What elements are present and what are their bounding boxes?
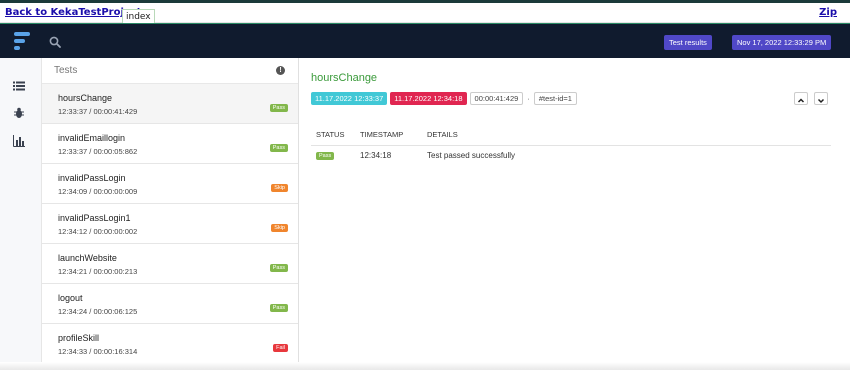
test-list-item[interactable]: logout 12:34:24 / 00:00:06:125 Pass bbox=[42, 284, 298, 324]
log-table-header: STATUS TIMESTAMP DETAILS bbox=[311, 130, 831, 146]
link-bar: Back to KekaTestProject index Zip bbox=[0, 3, 850, 25]
chevron-up-icon bbox=[797, 98, 805, 103]
chevron-down-icon bbox=[817, 98, 825, 104]
test-meta-chips: 11.17.2022 12:33:37 11.17.2022 12:34:18 … bbox=[311, 92, 580, 105]
test-list-item[interactable]: launchWebsite 12:34:21 / 00:00:00:213 Pass bbox=[42, 244, 298, 284]
test-list-title: Tests bbox=[54, 65, 78, 76]
test-time: 12:34:33 / 00:00:16:314 bbox=[58, 347, 138, 356]
test-list-item[interactable]: hoursChange 12:33:37 / 00:00:41:429 Pass bbox=[42, 84, 298, 124]
test-list-item[interactable]: profileSkill 12:34:33 / 00:00:16:314 Fail bbox=[42, 324, 298, 364]
previous-test-button[interactable] bbox=[794, 92, 808, 105]
test-list-item[interactable]: invalidPassLogin 12:34:09 / 00:00:00:009 S… bbox=[42, 164, 298, 204]
extent-logo-icon[interactable] bbox=[14, 32, 30, 52]
test-name: invalidPassLogin bbox=[58, 173, 126, 183]
status-badge: Pass bbox=[269, 104, 288, 112]
sidebar bbox=[0, 58, 42, 370]
test-time: 12:34:09 / 00:00:00:009 bbox=[58, 187, 138, 196]
test-results-badge: Test results bbox=[664, 35, 712, 50]
top-navbar: Test results Nov 17, 2022 12:33:29 PM bbox=[0, 23, 850, 58]
status-badge: Pass bbox=[269, 264, 288, 272]
test-time: 12:33:37 / 00:00:05:862 bbox=[58, 147, 138, 156]
test-time: 12:34:12 / 00:00:00:002 bbox=[58, 227, 138, 236]
test-list-panel: Tests ! hoursChange 12:33:37 / 00:00:41:4… bbox=[42, 58, 299, 370]
log-timestamp: 12:34:18 bbox=[360, 151, 392, 160]
status-badge: Skip bbox=[271, 184, 288, 192]
test-list-item[interactable]: invalidPassLogin1 12:34:12 / 00:00:00:002… bbox=[42, 204, 298, 244]
report-date-badge: Nov 17, 2022 12:33:29 PM bbox=[732, 35, 832, 50]
test-name: invalidEmaillogin bbox=[58, 133, 126, 143]
log-details: Test passed successfully bbox=[427, 151, 516, 160]
test-name: profileSkill bbox=[58, 333, 100, 343]
test-list-items: hoursChange 12:33:37 / 00:00:41:429 Pass in… bbox=[42, 84, 298, 364]
test-list-header: Tests ! bbox=[42, 58, 298, 84]
list-icon[interactable] bbox=[13, 79, 25, 91]
test-id-chip: #test-id=1 bbox=[533, 92, 577, 105]
test-time: 12:34:21 / 00:00:00:213 bbox=[58, 267, 138, 276]
bottom-shadow bbox=[0, 362, 850, 370]
log-table-row: Pass 12:34:18 Test passed successfully bbox=[311, 149, 831, 163]
test-time: 12:34:24 / 00:00:06:125 bbox=[58, 307, 138, 316]
test-name: hoursChange bbox=[58, 93, 113, 103]
test-list-item[interactable]: invalidEmaillogin 12:33:37 / 00:00:05:862… bbox=[42, 124, 298, 164]
test-name: logout bbox=[58, 293, 83, 303]
back-to-project-link[interactable]: Back to KekaTestProject bbox=[5, 7, 141, 18]
end-time-chip: 11.17.2022 12:34:18 bbox=[390, 92, 467, 105]
duration-chip: 00:00:41:429 bbox=[469, 92, 524, 105]
column-details: DETAILS bbox=[427, 130, 458, 139]
column-timestamp: TIMESTAMP bbox=[360, 130, 404, 139]
start-time-chip: 11.17.2022 12:33:37 bbox=[311, 92, 388, 105]
info-icon[interactable]: ! bbox=[276, 66, 285, 75]
status-badge: Skip bbox=[271, 224, 288, 232]
status-badge: Fail bbox=[273, 344, 288, 352]
log-status-badge: Pass bbox=[316, 152, 335, 160]
test-detail-panel: hoursChange 11.17.2022 12:33:37 11.17.20… bbox=[300, 58, 843, 370]
bar-chart-icon[interactable] bbox=[13, 134, 25, 147]
next-test-button[interactable] bbox=[814, 92, 828, 105]
status-badge: Pass bbox=[269, 304, 288, 312]
zip-link[interactable]: Zip bbox=[819, 7, 837, 18]
test-name: invalidPassLogin1 bbox=[58, 213, 131, 223]
chip-separator: · bbox=[527, 94, 530, 103]
status-badge: Pass bbox=[269, 144, 288, 152]
test-title: hoursChange bbox=[311, 72, 378, 84]
test-time: 12:33:37 / 00:00:41:429 bbox=[58, 107, 138, 116]
test-name: launchWebsite bbox=[58, 253, 117, 263]
bug-icon[interactable] bbox=[13, 106, 25, 118]
column-status: STATUS bbox=[316, 130, 345, 139]
search-icon[interactable] bbox=[49, 35, 61, 48]
